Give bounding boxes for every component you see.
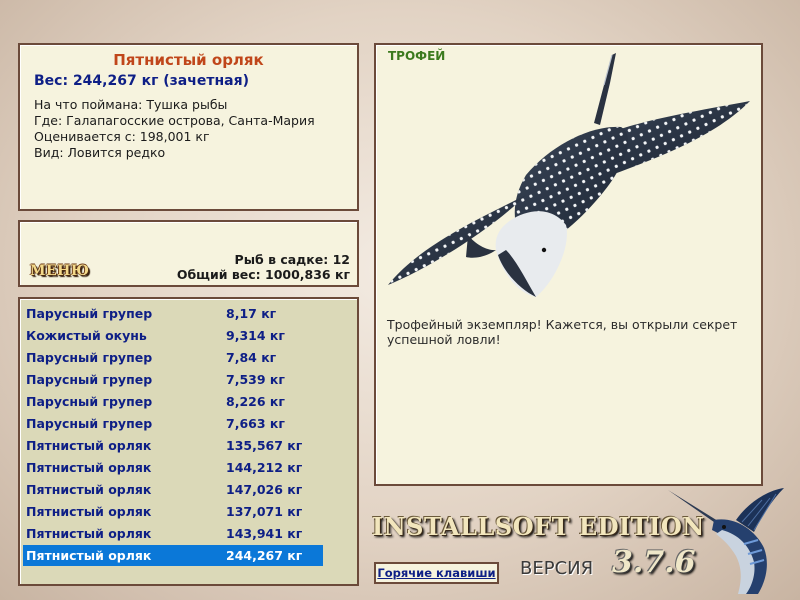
catch-fish-weight: 7,539 кг <box>226 372 285 387</box>
location-info: Где: Галапагосские острова, Санта-Мария <box>34 113 315 128</box>
catch-fish-name: Парусный групер <box>26 306 153 321</box>
fish-title: Пятнистый орляк <box>113 51 264 69</box>
catch-list-row[interactable]: Пятнистый орляк 137,071 кг <box>23 501 323 522</box>
trophy-threshold-info: Оценивается с: 198,001 кг <box>34 129 210 144</box>
catch-fish-weight: 143,941 кг <box>226 526 303 541</box>
catch-fish-name: Парусный групер <box>26 350 153 365</box>
catch-fish-name: Кожистый окунь <box>26 328 147 343</box>
trophy-message: Трофейный экземпляр! Кажется, вы открыли… <box>387 317 738 347</box>
fish-info-panel: Пятнистый орляк Вес: 244,267 кг (зачетна… <box>18 43 359 211</box>
version-label: ВЕРСИЯ <box>520 558 594 579</box>
catch-fish-name: Парусный групер <box>26 372 153 387</box>
fish-weight: Вес: 244,267 кг (зачетная) <box>34 73 249 89</box>
trophy-panel: ТРОФЕЙ Трофейный экземпляр! Кажется, вы … <box>374 43 763 486</box>
catch-list[interactable]: Парусный групер 8,17 кг Кожистый окунь 9… <box>18 297 359 586</box>
catch-fish-name: Пятнистый орляк <box>26 526 152 541</box>
catch-fish-weight: 147,026 кг <box>226 482 303 497</box>
catch-fish-name: Парусный групер <box>26 394 153 409</box>
edition-label: INSTALLSOFT EDITION <box>372 512 705 541</box>
bait-info: На что поймана: Тушка рыбы <box>34 97 228 112</box>
catch-list-row[interactable]: Парусный групер 7,663 кг <box>23 413 323 434</box>
catch-fish-weight: 9,314 кг <box>226 328 285 343</box>
catch-fish-weight: 7,663 кг <box>226 416 285 431</box>
catch-fish-weight: 7,84 кг <box>226 350 277 365</box>
hotkeys-link[interactable]: Горячие клавиши <box>377 566 495 580</box>
catch-fish-name: Пятнистый орляк <box>26 438 152 453</box>
catch-fish-weight: 8,226 кг <box>226 394 285 409</box>
catch-fish-weight: 135,567 кг <box>226 438 303 453</box>
menu-button[interactable]: МЕНЮ <box>30 263 89 279</box>
catch-list-row[interactable]: Пятнистый орляк 147,026 кг <box>23 479 323 500</box>
catch-fish-name: Пятнистый орляк <box>26 460 152 475</box>
catch-fish-weight: 137,071 кг <box>226 504 303 519</box>
catch-fish-weight: 244,267 кг <box>226 548 303 563</box>
catch-list-row[interactable]: Кожистый окунь 9,314 кг <box>23 325 323 346</box>
hotkeys-button[interactable]: Горячие клавиши <box>374 562 499 584</box>
catch-list-row[interactable]: Парусный групер 7,84 кг <box>23 347 323 368</box>
catch-fish-name: Парусный групер <box>26 416 153 431</box>
catch-fish-weight: 144,212 кг <box>226 460 303 475</box>
catch-fish-name: Пятнистый орляк <box>26 482 152 497</box>
catch-list-row[interactable]: Пятнистый орляк 244,267 кг <box>23 545 323 566</box>
catch-list-row[interactable]: Парусный групер 7,539 кг <box>23 369 323 390</box>
catch-list-row[interactable]: Парусный групер 8,226 кг <box>23 391 323 412</box>
catch-list-row[interactable]: Пятнистый орляк 135,567 кг <box>23 435 323 456</box>
keepnet-summary-panel: МЕНЮ Рыб в садке: 12 Общий вес: 1000,836… <box>18 220 359 287</box>
marlin-logo-icon <box>668 488 784 594</box>
catch-fish-name: Пятнистый орляк <box>26 548 152 563</box>
total-weight: Общий вес: 1000,836 кг <box>176 267 350 282</box>
spotted-eagle-ray-image <box>388 53 750 297</box>
fish-count: Рыб в садке: 12 <box>234 252 350 267</box>
rarity-info: Вид: Ловится редко <box>34 145 166 160</box>
catch-fish-name: Пятнистый орляк <box>26 504 152 519</box>
catch-list-row[interactable]: Пятнистый орляк 143,941 кг <box>23 523 323 544</box>
catch-list-row[interactable]: Пятнистый орляк 144,212 кг <box>23 457 323 478</box>
catch-fish-weight: 8,17 кг <box>226 306 277 321</box>
catch-list-row[interactable]: Парусный групер 8,17 кг <box>23 303 323 324</box>
